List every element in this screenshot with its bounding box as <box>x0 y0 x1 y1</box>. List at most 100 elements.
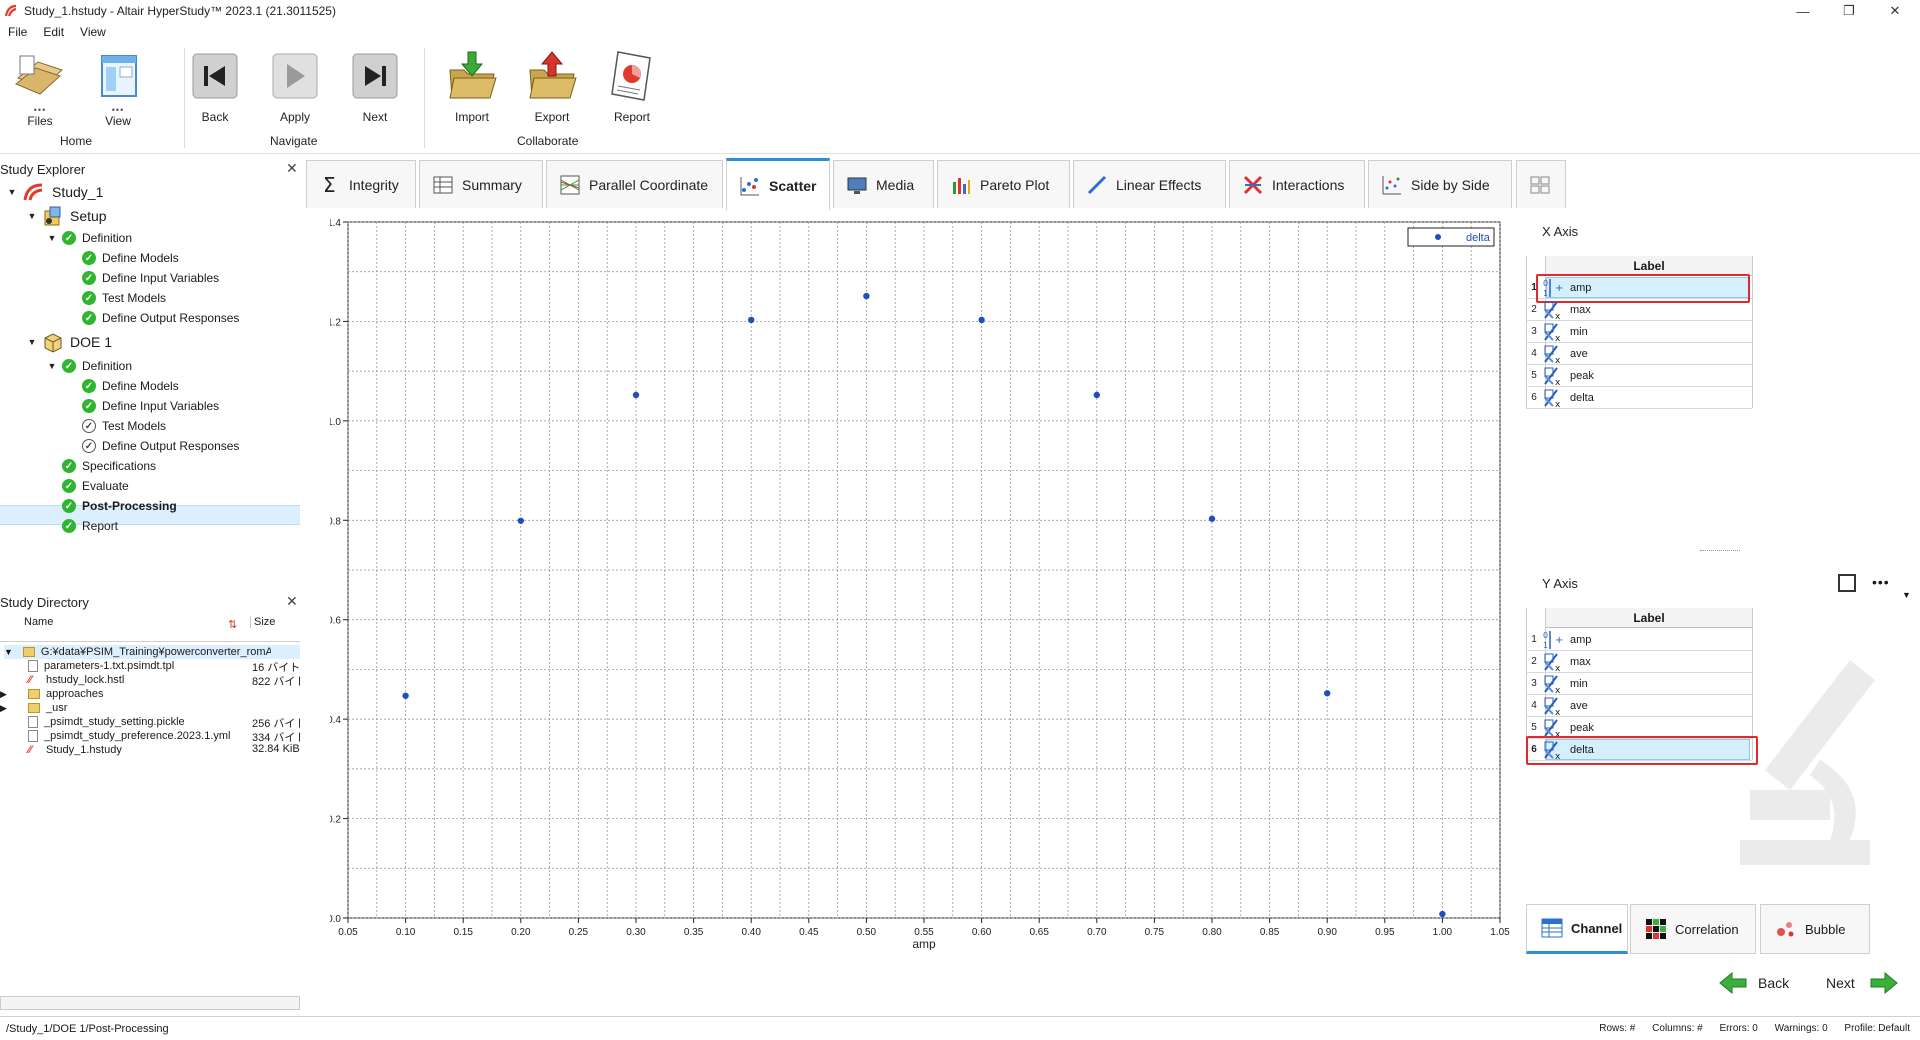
tree-node-define-models[interactable]: ✓ Define Models <box>66 248 179 268</box>
tab-label: Bubble <box>1805 921 1846 937</box>
expand-toggle-icon[interactable]: ▼ <box>26 211 38 221</box>
sort-icon[interactable]: ⇅ <box>228 618 237 631</box>
output-response-icon: x <box>1542 696 1564 716</box>
channel-label: min <box>1570 325 1588 338</box>
tab-summary[interactable]: Summary <box>419 160 543 208</box>
minimize-button[interactable]: — <box>1780 0 1826 22</box>
tab-integrity[interactable]: Σ Integrity <box>306 160 416 208</box>
tree-node-test-models[interactable]: ✓ Test Models <box>66 288 166 308</box>
check-circle-icon: ✓ <box>62 499 76 513</box>
directory-file-row[interactable]: ▶ approaches <box>0 687 300 701</box>
study-directory-close-button[interactable]: ✕ <box>286 593 298 610</box>
tree-node-define-output-responses[interactable]: ✓ Define Output Responses <box>66 436 239 456</box>
channel-row-peak[interactable]: 5 x peak <box>1526 365 1752 387</box>
check-circle-icon: ✓ <box>82 379 96 393</box>
close-window-button[interactable]: ✕ <box>1872 0 1918 22</box>
apply-button[interactable]: Apply <box>255 48 335 124</box>
directory-scrollbar[interactable] <box>0 996 300 1010</box>
tab-correlation[interactable]: Correlation <box>1630 904 1756 954</box>
channel-row-ave[interactable]: 4 x ave <box>1526 343 1752 365</box>
expand-toggle-icon[interactable]: ▼ <box>26 337 38 347</box>
ribbon-next-button[interactable]: Next <box>335 48 415 124</box>
tree-node-doe-1[interactable]: ▼ DOE 1 <box>26 332 112 353</box>
tree-node-define-models[interactable]: ✓ Define Models <box>66 376 179 396</box>
back-button[interactable]: Back <box>1718 972 1789 994</box>
panel-splitter[interactable] <box>1700 550 1740 552</box>
tree-node-setup[interactable]: ▼ Setup <box>26 206 107 226</box>
hyperstudy-logo-icon <box>4 4 17 17</box>
menu-file[interactable]: File <box>0 25 35 39</box>
folder-stack-icon <box>12 48 68 104</box>
next-button[interactable]: Next <box>1826 972 1899 994</box>
maximize-button[interactable]: ❐ <box>1826 0 1872 22</box>
view-button[interactable]: ••• View <box>78 48 158 128</box>
check-circle-icon: ✓ <box>82 271 96 285</box>
tab-scatter[interactable]: Scatter <box>726 158 830 210</box>
tab-bubble[interactable]: Bubble <box>1760 904 1870 954</box>
tree-node-specifications[interactable]: ✓ Specifications <box>46 456 156 476</box>
output-response-icon: x <box>1542 652 1564 672</box>
chevron-down-icon[interactable]: ▼ <box>1902 590 1911 600</box>
check-circle-icon: ✓ <box>62 231 76 245</box>
monitor-icon <box>846 174 868 196</box>
tree-node-define-input-variables[interactable]: ✓ Define Input Variables <box>66 268 219 288</box>
expand-toggle-icon[interactable]: ▶ <box>0 703 7 714</box>
directory-file-row[interactable]: ▶ _usr <box>0 701 300 715</box>
report-button[interactable]: Report <box>592 48 672 124</box>
label-column-header[interactable]: Label <box>1546 608 1752 628</box>
check-circle-icon: ✓ <box>62 459 76 473</box>
menu-view[interactable]: View <box>72 25 114 39</box>
tree-node-define-input-variables[interactable]: ✓ Define Input Variables <box>66 396 219 416</box>
tree-node-evaluate[interactable]: ✓ Evaluate <box>46 476 129 496</box>
tab-parallel-coordinate[interactable]: Parallel Coordinate <box>546 160 723 208</box>
channel-row-min[interactable]: 3 x min <box>1526 321 1752 343</box>
tree-node-post-processing[interactable]: ✓ Post-Processing <box>46 496 177 516</box>
expand-toggle-icon[interactable]: ▶ <box>0 689 7 700</box>
bubble-icon <box>1777 922 1794 937</box>
files-button[interactable]: ••• Files <box>0 48 80 128</box>
export-button[interactable]: Export <box>512 48 592 124</box>
channel-label: ave <box>1570 699 1588 712</box>
expand-toggle-icon[interactable]: ▼ <box>46 361 58 371</box>
expand-toggle-icon[interactable]: ▼ <box>6 187 18 197</box>
tree-node-test-models[interactable]: ✓ Test Models <box>66 416 166 436</box>
expand-toggle-icon[interactable]: ▼ <box>46 233 58 243</box>
directory-root-row[interactable]: ▼ G:¥data¥PSIM_Training¥powerconverter_ro… <box>4 645 300 659</box>
tab-media[interactable]: Media <box>833 160 934 208</box>
ribbon-back-button[interactable]: Back <box>175 48 255 124</box>
channel-row-max[interactable]: 2 x max <box>1526 299 1752 321</box>
tab-interactions[interactable]: Interactions <box>1229 160 1365 208</box>
menu-bar: File Edit View <box>0 22 114 42</box>
file-name: hstudy_lock.hstl <box>46 674 125 686</box>
status-profile: Profile: Default <box>1844 1023 1910 1034</box>
check-outline-icon: ✓ <box>82 439 96 453</box>
output-response-icon: x <box>1542 718 1564 738</box>
tree-node-define-output-responses[interactable]: ✓ Define Output Responses <box>66 308 239 328</box>
tab-layout-grid[interactable] <box>1516 160 1566 208</box>
tree-node-definition[interactable]: ▼ ✓ Definition <box>46 356 132 376</box>
column-name-header[interactable]: Name <box>24 616 53 628</box>
more-options-icon[interactable]: ••• <box>1872 574 1890 590</box>
x-tick-label: 0.40 <box>741 927 761 938</box>
tab-channel[interactable]: Channel <box>1526 904 1628 954</box>
maximize-panel-icon[interactable] <box>1838 574 1856 592</box>
tree-node-label: Test Models <box>102 419 167 433</box>
column-size-header[interactable]: Size <box>250 616 275 628</box>
channel-row-delta[interactable]: 6 x delta <box>1526 387 1752 409</box>
tree-node-study-1[interactable]: ▼ Study_1 <box>6 182 103 202</box>
tab-linear-effects[interactable]: Linear Effects <box>1073 160 1226 208</box>
x-tick-label: 0.05 <box>338 927 358 938</box>
tree-node-definition[interactable]: ▼ ✓ Definition <box>46 228 132 248</box>
correlation-icon <box>1646 919 1666 939</box>
expand-toggle-icon[interactable]: ▼ <box>4 647 13 657</box>
x-tick-label: 0.10 <box>396 927 416 938</box>
interactions-icon <box>1242 174 1264 196</box>
menu-edit[interactable]: Edit <box>35 25 72 39</box>
import-button[interactable]: Import <box>432 48 512 124</box>
tab-pareto-plot[interactable]: Pareto Plot <box>937 160 1070 208</box>
tree-node-report[interactable]: ✓ Report <box>46 516 118 536</box>
label-column-header[interactable]: Label <box>1546 256 1752 276</box>
study-explorer-close-button[interactable]: ✕ <box>286 160 298 177</box>
tab-side-by-side[interactable]: Side by Side <box>1368 160 1512 208</box>
tree-node-label: Define Input Variables <box>102 271 220 285</box>
